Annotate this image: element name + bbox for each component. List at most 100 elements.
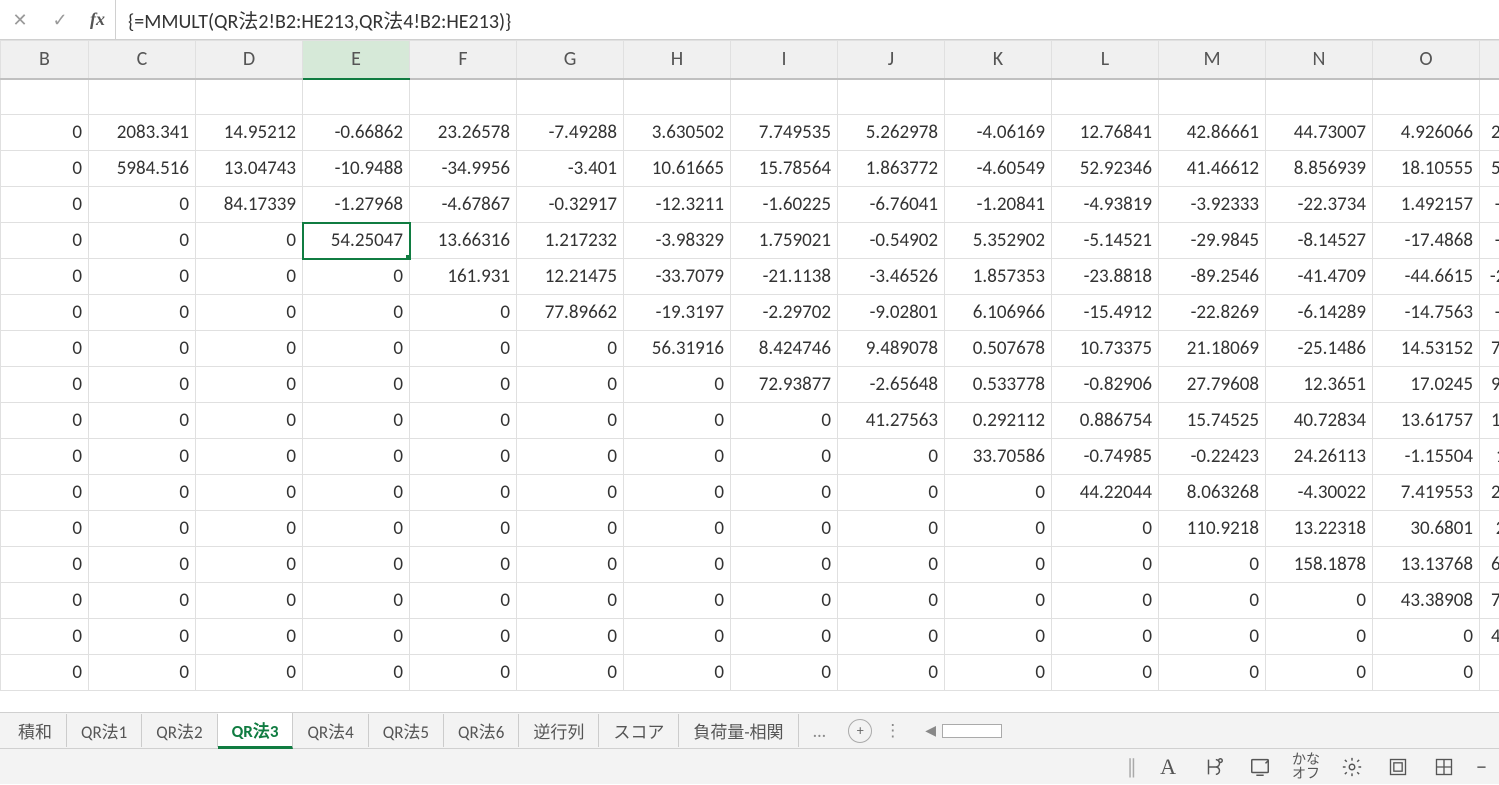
cell[interactable]: 10.73375: [1052, 331, 1159, 367]
cell[interactable]: 158.1878: [1266, 547, 1373, 583]
cell[interactable]: 0: [1159, 619, 1266, 655]
cell[interactable]: 7.9: [1480, 331, 1499, 367]
horizontal-scroll-track[interactable]: [942, 724, 1002, 738]
settings-gear-icon[interactable]: [1338, 756, 1366, 778]
column-header[interactable]: H: [624, 41, 731, 79]
cell[interactable]: 0: [624, 403, 731, 439]
accessibility-icon[interactable]: A: [1154, 754, 1182, 780]
cell[interactable]: 44.22044: [1052, 475, 1159, 511]
cell[interactable]: 0: [517, 619, 624, 655]
cell[interactable]: -21.1138: [731, 259, 838, 295]
cell[interactable]: 0: [89, 439, 196, 475]
cell[interactable]: 0: [1052, 583, 1159, 619]
cell[interactable]: 5.0: [1480, 151, 1499, 187]
cell[interactable]: 15.74525: [1159, 403, 1266, 439]
cell[interactable]: 13.61757: [1373, 403, 1480, 439]
cell[interactable]: 0: [624, 511, 731, 547]
cell[interactable]: 23.26578: [410, 115, 517, 151]
cell[interactable]: 0: [196, 367, 303, 403]
cell[interactable]: -0.22423: [1159, 439, 1266, 475]
cell[interactable]: -3.92333: [1159, 187, 1266, 223]
cell[interactable]: 0: [303, 367, 410, 403]
cell[interactable]: 0.292112: [945, 403, 1052, 439]
cell[interactable]: 0: [1159, 583, 1266, 619]
cell[interactable]: 0: [89, 259, 196, 295]
cell[interactable]: 0: [89, 619, 196, 655]
cell[interactable]: 6.106966: [945, 295, 1052, 331]
cell[interactable]: 0: [945, 547, 1052, 583]
cell[interactable]: 3.630502: [624, 115, 731, 151]
column-header[interactable]: [1480, 41, 1499, 79]
cell[interactable]: -21: [1480, 259, 1499, 295]
cell[interactable]: [945, 79, 1052, 115]
cell[interactable]: -2.29702: [731, 295, 838, 331]
cell[interactable]: 0: [1052, 655, 1159, 691]
column-header[interactable]: D: [196, 41, 303, 79]
column-header[interactable]: N: [1266, 41, 1373, 79]
cell[interactable]: 0: [838, 583, 945, 619]
cell[interactable]: 0: [196, 223, 303, 259]
cell[interactable]: [1480, 655, 1499, 691]
cell[interactable]: -3.401: [517, 151, 624, 187]
cell[interactable]: 1.217232: [517, 223, 624, 259]
cell[interactable]: -4.67867: [410, 187, 517, 223]
spreadsheet-grid[interactable]: BCDEFGHIJKLMNO 02083.34114.95212-0.66862…: [0, 40, 1499, 712]
cell[interactable]: 8.424746: [731, 331, 838, 367]
display-settings-icon[interactable]: [1246, 756, 1274, 778]
cell[interactable]: 15.: [1480, 403, 1499, 439]
cell[interactable]: 0: [303, 259, 410, 295]
cell[interactable]: 12.21475: [517, 259, 624, 295]
cell[interactable]: 0: [731, 655, 838, 691]
sheet-tab[interactable]: QR法3: [218, 713, 294, 749]
column-header[interactable]: M: [1159, 41, 1266, 79]
cell[interactable]: -89.2546: [1159, 259, 1266, 295]
cell[interactable]: -9.02801: [838, 295, 945, 331]
ime-icon[interactable]: [1200, 756, 1228, 778]
cell[interactable]: 13.13768: [1373, 547, 1480, 583]
cell[interactable]: -15.4912: [1052, 295, 1159, 331]
cell[interactable]: 0: [89, 511, 196, 547]
cell[interactable]: 18.10555: [1373, 151, 1480, 187]
cell[interactable]: 0: [303, 583, 410, 619]
cell[interactable]: 0: [303, 439, 410, 475]
cell[interactable]: -6.: [1480, 295, 1499, 331]
cell[interactable]: 8.856939: [1266, 151, 1373, 187]
cell[interactable]: -0.74985: [1052, 439, 1159, 475]
kana-indicator[interactable]: かな オフ: [1292, 753, 1320, 781]
cell[interactable]: 13.04743: [196, 151, 303, 187]
cell[interactable]: 10.61665: [624, 151, 731, 187]
cell[interactable]: 15.78564: [731, 151, 838, 187]
column-header[interactable]: K: [945, 41, 1052, 79]
cell[interactable]: 0: [731, 619, 838, 655]
cell[interactable]: 0: [303, 403, 410, 439]
cell[interactable]: 5.352902: [945, 223, 1052, 259]
sheet-tab[interactable]: 負荷量-相関: [679, 714, 798, 747]
cell[interactable]: [1373, 79, 1480, 115]
cell[interactable]: 0.533778: [945, 367, 1052, 403]
cell[interactable]: 0: [945, 619, 1052, 655]
cell[interactable]: 0: [731, 583, 838, 619]
cell[interactable]: 44.73007: [1266, 115, 1373, 151]
cell[interactable]: 0: [1, 619, 89, 655]
cell[interactable]: [1052, 79, 1159, 115]
cell[interactable]: 0: [1, 547, 89, 583]
tab-scroll[interactable]: ◀: [925, 722, 1002, 739]
column-header[interactable]: B: [1, 41, 89, 79]
cell[interactable]: 0: [410, 547, 517, 583]
cell[interactable]: -1.20841: [945, 187, 1052, 223]
cell[interactable]: -22.3734: [1266, 187, 1373, 223]
cell[interactable]: 0: [1266, 655, 1373, 691]
cell[interactable]: 0: [410, 583, 517, 619]
cell[interactable]: 0: [838, 511, 945, 547]
cell[interactable]: 0: [517, 655, 624, 691]
cell[interactable]: 0: [838, 439, 945, 475]
sheet-tab[interactable]: スコア: [599, 714, 679, 747]
cell[interactable]: -34.9956: [410, 151, 517, 187]
cell[interactable]: 0: [1052, 619, 1159, 655]
cell[interactable]: 0: [410, 511, 517, 547]
column-header[interactable]: F: [410, 41, 517, 79]
cell[interactable]: 0: [89, 475, 196, 511]
tab-menu-dots[interactable]: ⋮: [884, 720, 901, 741]
cell[interactable]: -8.14527: [1266, 223, 1373, 259]
cell[interactable]: -41.4709: [1266, 259, 1373, 295]
